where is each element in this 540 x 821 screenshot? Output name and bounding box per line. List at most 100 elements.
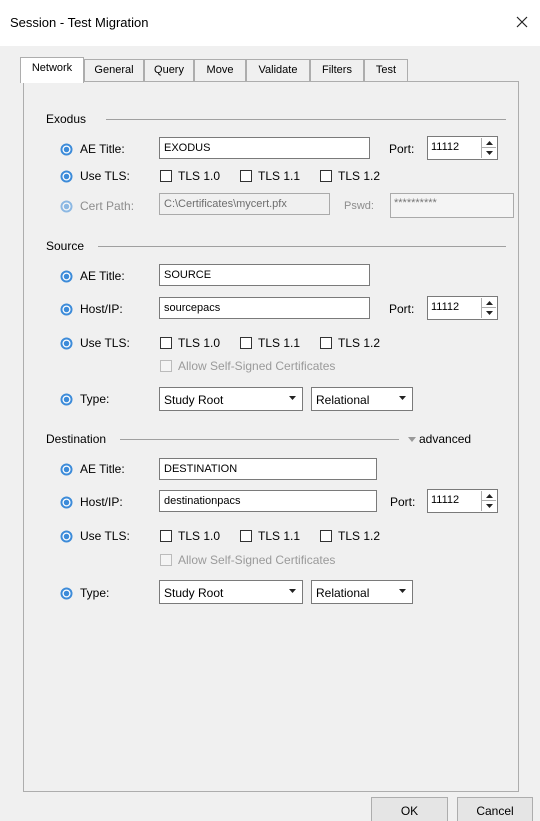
source-type-value: Study Root [164, 393, 224, 407]
exodus-divider [106, 119, 506, 120]
source-port-label: Port: [389, 302, 415, 316]
destination-type-value: Study Root [164, 586, 224, 600]
source-ae-title-label: AE Title: [80, 269, 125, 283]
arrow-down-icon[interactable] [482, 501, 496, 511]
chevron-down-icon [289, 396, 296, 400]
tab-query[interactable]: Query [144, 59, 194, 81]
destination-port-value: 11112 [431, 494, 460, 506]
exodus-use-tls-label: Use TLS: [80, 169, 130, 183]
exodus-port-label: Port: [389, 142, 415, 156]
destination-tls12-checkbox[interactable] [320, 530, 332, 542]
exodus-cert-path-label: Cert Path: [80, 199, 135, 213]
close-button[interactable] [510, 10, 534, 34]
help-icon[interactable] [60, 170, 73, 183]
source-ae-title-input[interactable]: SOURCE [159, 264, 370, 286]
source-type-dropdown[interactable]: Study Root [159, 387, 303, 411]
destination-type-label: Type: [80, 586, 110, 600]
source-tls12-checkbox[interactable] [320, 337, 332, 349]
help-icon[interactable] [60, 303, 73, 316]
exodus-tls12-label: TLS 1.2 [338, 169, 381, 183]
destination-allow-self-signed-label: Allow Self-Signed Certificates [178, 553, 336, 567]
source-model-value: Relational [316, 393, 370, 407]
tab-general[interactable]: General [84, 59, 144, 81]
exodus-tls11-checkbox[interactable] [240, 170, 252, 182]
tab-network[interactable]: Network [20, 57, 84, 83]
source-allow-self-signed-label: Allow Self-Signed Certificates [178, 359, 336, 373]
destination-tls10-checkbox[interactable] [160, 530, 172, 542]
exodus-ae-title-label: AE Title: [80, 142, 125, 156]
destination-ae-title-label: AE Title: [80, 462, 125, 476]
help-icon[interactable] [60, 270, 73, 283]
help-icon[interactable] [60, 530, 73, 543]
exodus-tls11-label: TLS 1.1 [258, 169, 301, 183]
chevron-down-icon [289, 589, 296, 593]
network-panel: Exodus AE Title: EXODUS Port: 11112 Use … [23, 81, 519, 792]
advanced-toggle[interactable]: advanced [408, 432, 471, 446]
exodus-ae-title-input[interactable]: EXODUS [159, 137, 370, 159]
source-host-label: Host/IP: [80, 302, 123, 316]
destination-port-spinner[interactable]: 11112 [427, 489, 498, 513]
source-tls10-label: TLS 1.0 [178, 336, 221, 350]
chevron-down-icon [399, 396, 406, 400]
source-divider [98, 246, 506, 247]
arrow-down-icon[interactable] [482, 148, 496, 158]
help-icon[interactable] [60, 337, 73, 350]
help-icon[interactable] [60, 496, 73, 509]
destination-allow-self-signed-checkbox[interactable] [160, 554, 172, 566]
source-port-spinner[interactable]: 11112 [427, 296, 498, 320]
source-port-value: 11112 [431, 301, 460, 313]
triangle-down-icon [408, 437, 416, 442]
arrow-up-icon[interactable] [482, 298, 496, 308]
exodus-group-label: Exodus [46, 112, 87, 126]
source-use-tls-label: Use TLS: [80, 336, 130, 350]
source-tls11-label: TLS 1.1 [258, 336, 301, 350]
destination-tls10-label: TLS 1.0 [178, 529, 221, 543]
destination-use-tls-label: Use TLS: [80, 529, 130, 543]
source-host-input[interactable]: sourcepacs [159, 297, 370, 319]
exodus-port-spinner[interactable]: 11112 [427, 136, 498, 160]
exodus-tls10-label: TLS 1.0 [178, 169, 221, 183]
destination-tls11-label: TLS 1.1 [258, 529, 301, 543]
destination-model-dropdown[interactable]: Relational [311, 580, 413, 604]
tab-test[interactable]: Test [364, 59, 408, 81]
destination-tls11-checkbox[interactable] [240, 530, 252, 542]
exodus-tls12-checkbox[interactable] [320, 170, 332, 182]
destination-port-label: Port: [390, 495, 416, 509]
ok-button[interactable]: OK [371, 797, 448, 821]
source-allow-self-signed-checkbox[interactable] [160, 360, 172, 372]
help-icon[interactable] [60, 200, 73, 213]
destination-host-label: Host/IP: [80, 495, 123, 509]
title-bar: Session - Test Migration [0, 0, 540, 46]
help-icon[interactable] [60, 143, 73, 156]
tab-filters[interactable]: Filters [310, 59, 364, 81]
help-icon[interactable] [60, 393, 73, 406]
source-type-label: Type: [80, 392, 110, 406]
destination-tls12-label: TLS 1.2 [338, 529, 381, 543]
destination-ae-title-input[interactable]: DESTINATION [159, 458, 377, 480]
arrow-up-icon[interactable] [482, 138, 496, 148]
source-group-label: Source [46, 239, 85, 253]
exodus-port-value: 11112 [431, 141, 460, 153]
arrow-up-icon[interactable] [482, 491, 496, 501]
tab-move[interactable]: Move [194, 59, 246, 81]
source-tls12-label: TLS 1.2 [338, 336, 381, 350]
tab-validate[interactable]: Validate [246, 59, 310, 81]
exodus-tls10-checkbox[interactable] [160, 170, 172, 182]
destination-model-value: Relational [316, 586, 370, 600]
cancel-button[interactable]: Cancel [457, 797, 533, 821]
source-model-dropdown[interactable]: Relational [311, 387, 413, 411]
close-icon [516, 16, 528, 28]
destination-divider [120, 439, 399, 440]
exodus-cert-path-input[interactable]: C:\Certificates\mycert.pfx [159, 193, 330, 215]
source-tls10-checkbox[interactable] [160, 337, 172, 349]
exodus-pswd-input[interactable]: ********** [390, 193, 514, 218]
destination-host-input[interactable]: destinationpacs [159, 490, 377, 512]
window-title: Session - Test Migration [10, 15, 149, 30]
arrow-down-icon[interactable] [482, 308, 496, 318]
source-tls11-checkbox[interactable] [240, 337, 252, 349]
help-icon[interactable] [60, 463, 73, 476]
chevron-down-icon [399, 589, 406, 593]
destination-type-dropdown[interactable]: Study Root [159, 580, 303, 604]
help-icon[interactable] [60, 587, 73, 600]
exodus-pswd-label: Pswd: [344, 200, 374, 212]
